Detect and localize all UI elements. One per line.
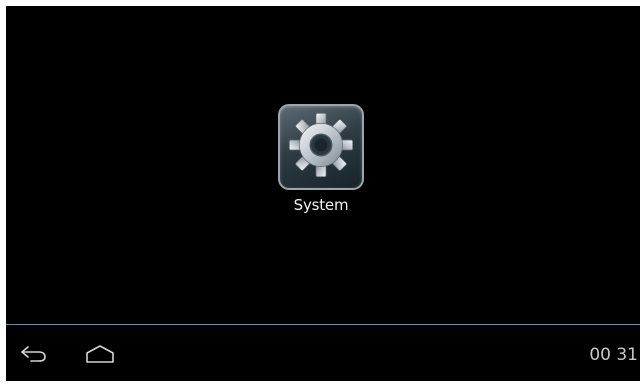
navigation-bar: 00 31 <box>6 325 640 381</box>
gear-icon <box>285 109 357 185</box>
device-screen: System 00 31 <box>6 6 640 381</box>
app-label[interactable]: System <box>294 196 349 214</box>
back-arrow-icon <box>19 344 49 368</box>
status-clock: 00 31 <box>589 345 638 365</box>
back-button[interactable] <box>14 339 54 373</box>
home-button[interactable] <box>80 339 120 373</box>
home-icon <box>83 343 117 369</box>
app-shortcut-system[interactable]: System <box>277 104 365 228</box>
system-app-tile[interactable] <box>278 104 364 190</box>
